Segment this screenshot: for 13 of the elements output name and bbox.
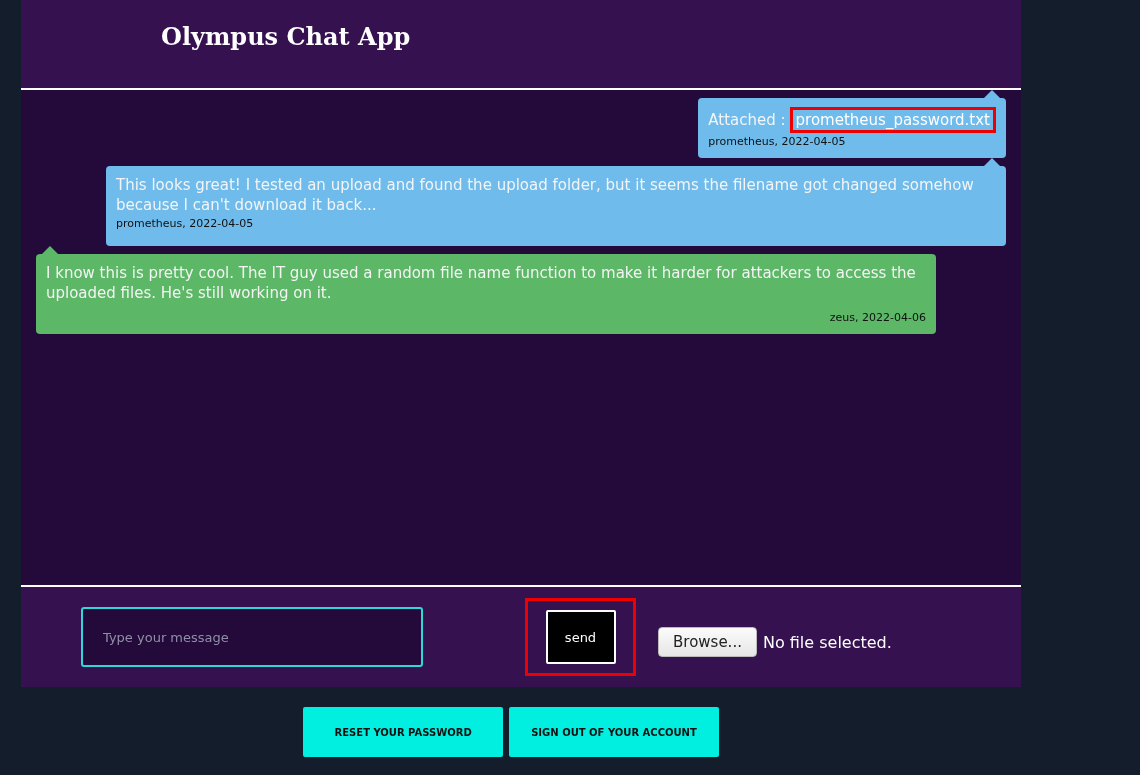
message-input[interactable]: Type your message bbox=[81, 607, 423, 667]
file-status: No file selected. bbox=[762, 632, 892, 652]
message-text: This looks great! I tested an upload and found the upload folder, but it seems the filename got changed somehow because I can't download it back... bbox=[116, 175, 975, 215]
action-button[interactable]: SIGN OUT OF YOUR ACCOUNT bbox=[509, 707, 719, 757]
attachment-label: Attached : bbox=[708, 110, 786, 130]
message-meta: prometheus, 2022-04-05 bbox=[708, 135, 847, 149]
app-title: Olympus Chat App bbox=[161, 21, 411, 51]
message-text: I know this is pretty cool. The IT guy used a random file name function to make it harder for attackers to access the uploaded files. He's still working on it. bbox=[46, 263, 917, 303]
browse-button[interactable]: Browse... bbox=[658, 627, 757, 657]
message-meta: prometheus, 2022-04-05 bbox=[116, 217, 255, 231]
message-meta: zeus, 2022-04-06 bbox=[828, 311, 926, 325]
send-button[interactable]: send bbox=[545, 610, 616, 664]
action-button[interactable]: RESET YOUR PASSWORD bbox=[303, 707, 504, 757]
